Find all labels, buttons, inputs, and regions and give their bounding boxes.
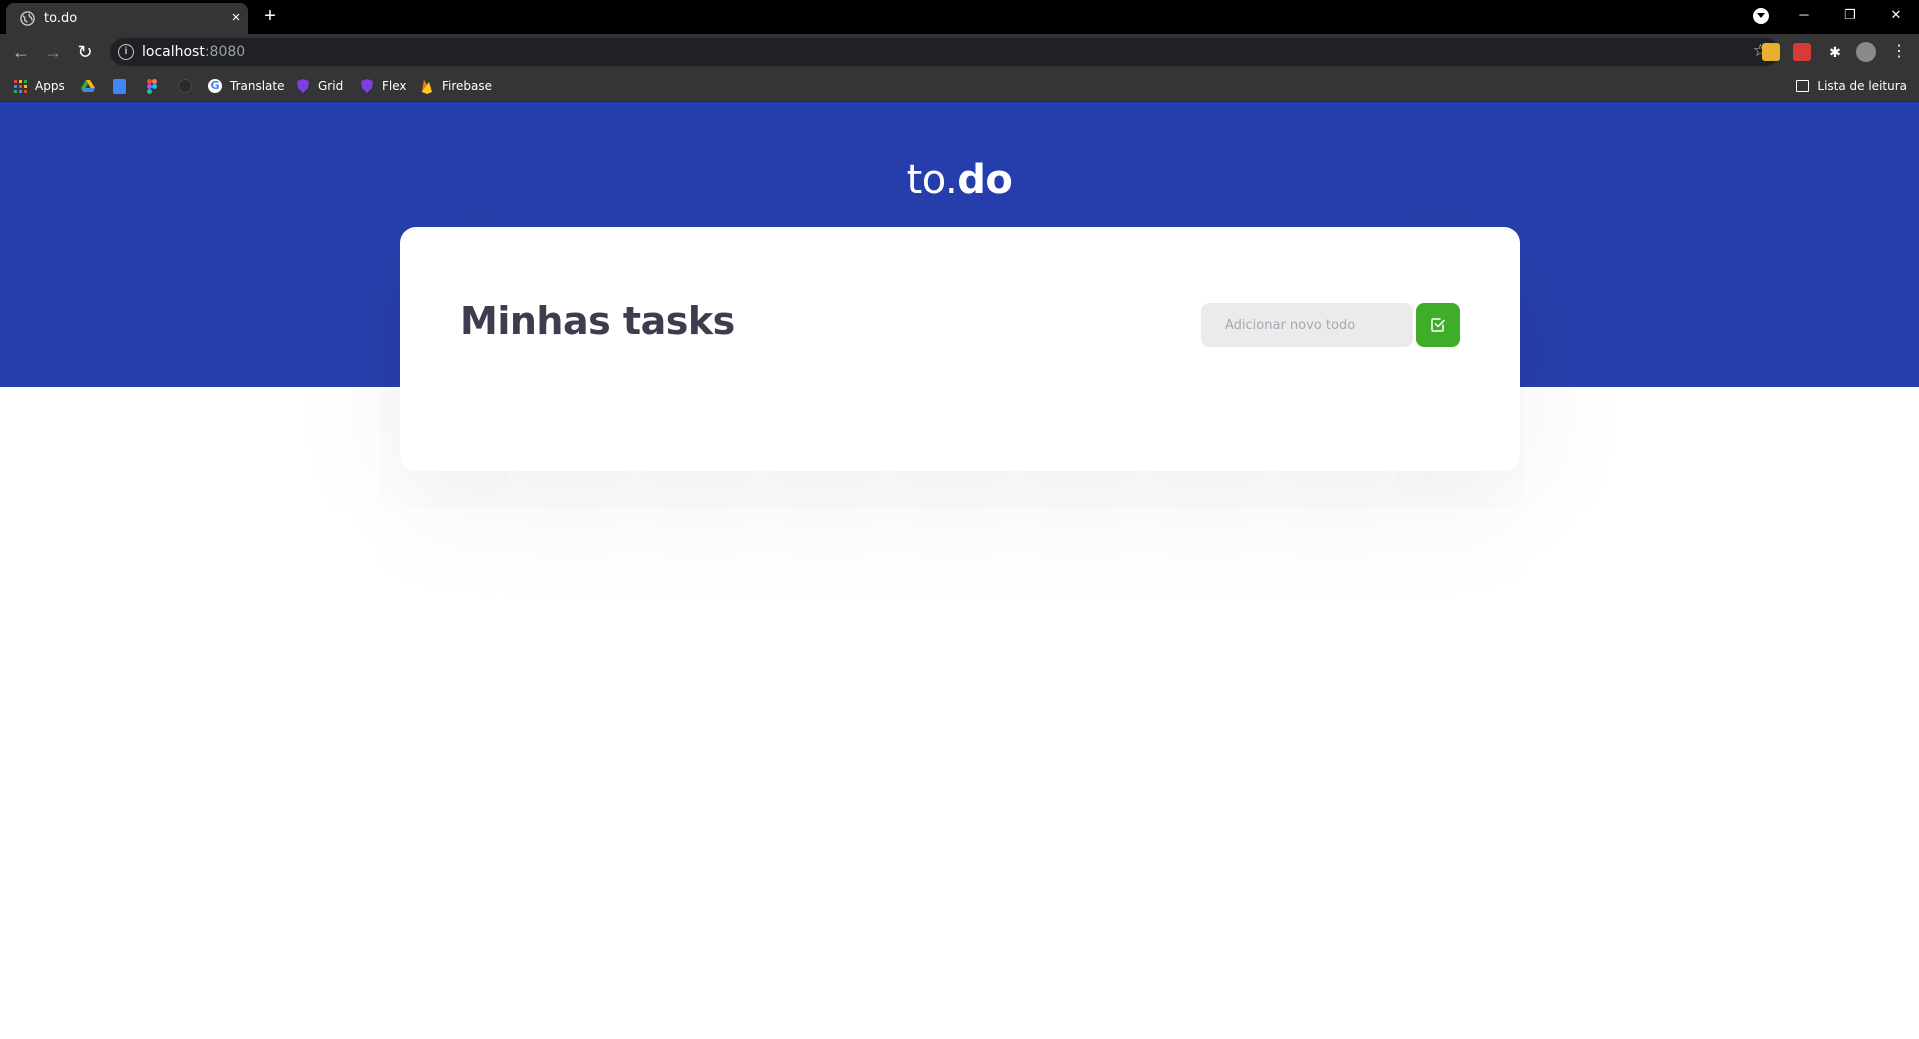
bookmark-translate[interactable]: G Translate: [208, 76, 285, 96]
url-host: localhost: [142, 44, 205, 60]
minimize-button[interactable]: ─: [1781, 0, 1827, 30]
bookmarks-bar: Apps G Translate Grid Flex Firebase List…: [0, 70, 1919, 102]
bookmark-label: Flex: [382, 79, 407, 93]
logo-part-thin: to.: [906, 157, 958, 203]
check-square-icon: [1431, 318, 1445, 332]
browser-tab-bar: to.do × + ─ ❐ ✕: [0, 0, 1919, 34]
google-drive-icon: [81, 79, 95, 92]
dark-circle-icon: [178, 79, 192, 93]
page-title: Minhas tasks: [460, 299, 735, 343]
browser-toolbar: ← → ↻ i localhost:8080 ☆ ✱ ⋮: [0, 34, 1919, 70]
globe-icon: [20, 11, 35, 26]
browser-tab[interactable]: to.do ×: [6, 3, 248, 34]
url-port: :8080: [204, 44, 246, 60]
bookmark-label: Firebase: [442, 79, 493, 93]
url-text[interactable]: localhost:8080: [142, 44, 245, 60]
bookmark-grid[interactable]: Grid: [297, 76, 343, 96]
bookmark-label: Grid: [318, 79, 344, 93]
shield-icon: [361, 79, 373, 93]
tasks-card: Minhas tasks: [400, 227, 1520, 471]
close-tab-icon[interactable]: ×: [226, 8, 246, 28]
site-info-icon[interactable]: i: [118, 44, 134, 60]
bookmark-apps[interactable]: Apps: [14, 76, 65, 96]
bookmark-label: Translate: [230, 79, 285, 93]
google-icon: G: [208, 79, 222, 93]
forward-button[interactable]: →: [41, 40, 65, 64]
menu-kebab-icon[interactable]: ⋮: [1890, 43, 1908, 61]
bookmark-label: Apps: [35, 79, 65, 93]
apps-grid-icon: [14, 79, 27, 93]
logo-part-bold: do: [957, 157, 1013, 203]
app-logo: to.do: [0, 157, 1919, 203]
bookmark-drive[interactable]: [81, 76, 95, 96]
new-tab-button[interactable]: +: [260, 6, 280, 27]
avatar[interactable]: [1856, 42, 1876, 62]
firebase-icon: [422, 79, 432, 94]
reading-list-label: Lista de leitura: [1817, 79, 1907, 93]
figma-icon: [147, 78, 157, 94]
media-control-icon[interactable]: [1753, 8, 1769, 24]
tab-title: to.do: [44, 11, 78, 26]
bookmark-flex[interactable]: Flex: [361, 76, 407, 96]
address-bar[interactable]: i localhost:8080 ☆: [110, 38, 1780, 66]
bookmark-circle[interactable]: [178, 76, 200, 96]
reading-list-icon: [1796, 80, 1810, 92]
add-todo-button[interactable]: [1416, 303, 1460, 347]
reload-button[interactable]: ↻: [73, 40, 97, 64]
google-docs-icon: [113, 78, 126, 94]
bookmark-figma[interactable]: [147, 76, 157, 96]
bookmark-docs[interactable]: [113, 76, 134, 96]
page-content: to.do Minhas tasks: [0, 102, 1919, 1039]
shield-icon: [297, 79, 309, 93]
back-button[interactable]: ←: [9, 40, 33, 64]
restore-button[interactable]: ❐: [1827, 0, 1873, 30]
puzzle-extensions-icon[interactable]: ✱: [1826, 43, 1844, 61]
bookmark-firebase[interactable]: Firebase: [421, 76, 492, 96]
new-todo-input[interactable]: [1201, 303, 1413, 347]
reading-list-button[interactable]: Lista de leitura: [1796, 76, 1907, 96]
close-window-button[interactable]: ✕: [1873, 0, 1919, 30]
extension-icon-1[interactable]: [1762, 43, 1780, 61]
extension-icon-2[interactable]: [1793, 43, 1811, 61]
